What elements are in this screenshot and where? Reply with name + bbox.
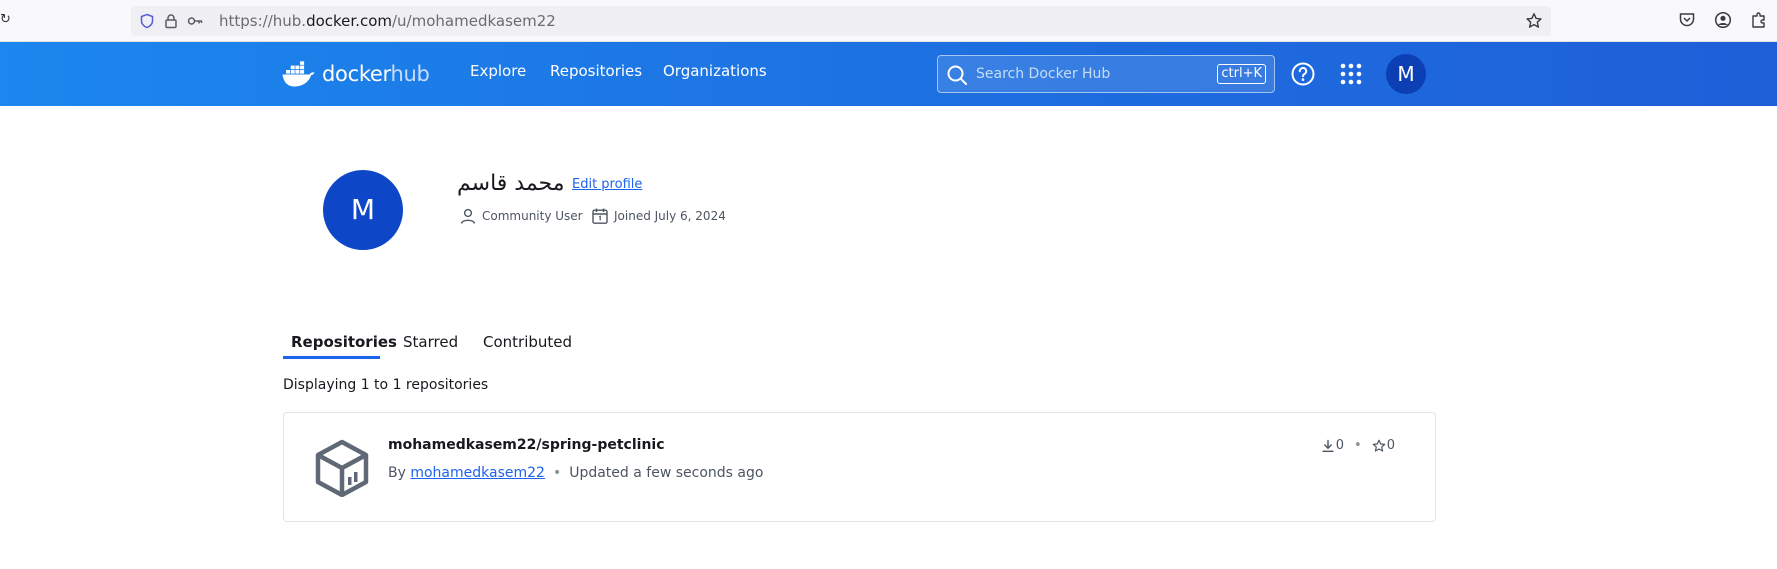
tab-contributed[interactable]: Contributed bbox=[483, 333, 572, 351]
profile-avatar: M bbox=[323, 170, 403, 250]
search-icon bbox=[947, 65, 967, 85]
pocket-icon[interactable] bbox=[1678, 11, 1696, 29]
nav-explore[interactable]: Explore bbox=[470, 62, 526, 80]
calendar-icon bbox=[592, 208, 608, 224]
search-input[interactable] bbox=[976, 56, 1176, 92]
nav-repositories[interactable]: Repositories bbox=[550, 62, 642, 80]
dockerhub-header: dockerhub Explore Repositories Organizat… bbox=[0, 42, 1777, 106]
url-prefix: https://hub. bbox=[219, 12, 307, 30]
url-text[interactable]: https://hub.docker.com/u/mohamedkasem22 bbox=[219, 12, 556, 30]
edit-profile-link[interactable]: Edit profile bbox=[572, 177, 642, 192]
results-count: Displaying 1 to 1 repositories bbox=[283, 377, 489, 393]
star-count: 0 bbox=[1386, 438, 1395, 453]
repository-meta: By mohamedkasem22 • Updated a few seconds … bbox=[388, 465, 763, 481]
user-avatar-menu[interactable]: M bbox=[1386, 54, 1426, 94]
role-text: Community User bbox=[482, 209, 583, 223]
tab-starred[interactable]: Starred bbox=[403, 333, 458, 351]
user-icon bbox=[460, 208, 476, 224]
download-icon bbox=[1322, 439, 1334, 452]
repository-owner-link[interactable]: mohamedkasem22 bbox=[410, 465, 545, 481]
repository-card[interactable]: mohamedkasem22/spring-petclinic By moham… bbox=[283, 412, 1436, 522]
by-label: By bbox=[388, 465, 406, 481]
address-bar[interactable]: https://hub.docker.com/u/mohamedkasem22 bbox=[131, 6, 1551, 36]
tab-repositories[interactable]: Repositories bbox=[291, 333, 397, 351]
active-tab-indicator bbox=[283, 356, 380, 359]
updated-text: Updated a few seconds ago bbox=[569, 465, 764, 481]
star-icon bbox=[1372, 439, 1386, 452]
url-domain: docker.com bbox=[306, 12, 392, 30]
help-icon[interactable] bbox=[1290, 61, 1316, 87]
logo-text: dockerhub bbox=[322, 62, 430, 86]
lock-icon[interactable] bbox=[163, 13, 179, 29]
docker-whale-icon bbox=[282, 61, 315, 87]
extensions-icon[interactable] bbox=[1750, 11, 1768, 29]
repository-name[interactable]: mohamedkasem22/spring-petclinic bbox=[388, 437, 665, 453]
repository-stats: 0 • 0 bbox=[1321, 438, 1395, 453]
account-icon[interactable] bbox=[1714, 11, 1732, 29]
profile-role: Community User bbox=[459, 206, 583, 226]
dockerhub-logo[interactable]: dockerhub bbox=[282, 58, 430, 90]
nav-organizations[interactable]: Organizations bbox=[663, 62, 767, 80]
browser-toolbar: ↻ https://hub.docker.com/u/mohamedkasem2… bbox=[0, 0, 1777, 42]
pull-count: 0 bbox=[1335, 438, 1345, 453]
search-box[interactable]: ctrl+K bbox=[937, 55, 1275, 93]
reload-icon[interactable]: ↻ bbox=[0, 12, 11, 27]
profile-name: محمد قاسم bbox=[457, 171, 565, 196]
shield-icon[interactable] bbox=[139, 13, 155, 29]
profile-joined: Joined July 6, 2024 bbox=[591, 206, 726, 226]
apps-grid-icon[interactable] bbox=[1338, 61, 1364, 87]
search-shortcut-badge: ctrl+K bbox=[1217, 64, 1266, 84]
logo-word: docker bbox=[322, 62, 391, 86]
stats-separator: • bbox=[1354, 438, 1362, 453]
logo-hub: hub bbox=[390, 62, 430, 86]
joined-text: Joined July 6, 2024 bbox=[614, 209, 726, 223]
url-path: /u/mohamedkasem22 bbox=[392, 12, 556, 30]
bookmark-star-icon[interactable] bbox=[1525, 12, 1543, 30]
meta-separator: • bbox=[552, 465, 562, 481]
key-icon[interactable] bbox=[187, 13, 203, 29]
repository-box-icon bbox=[315, 439, 369, 497]
